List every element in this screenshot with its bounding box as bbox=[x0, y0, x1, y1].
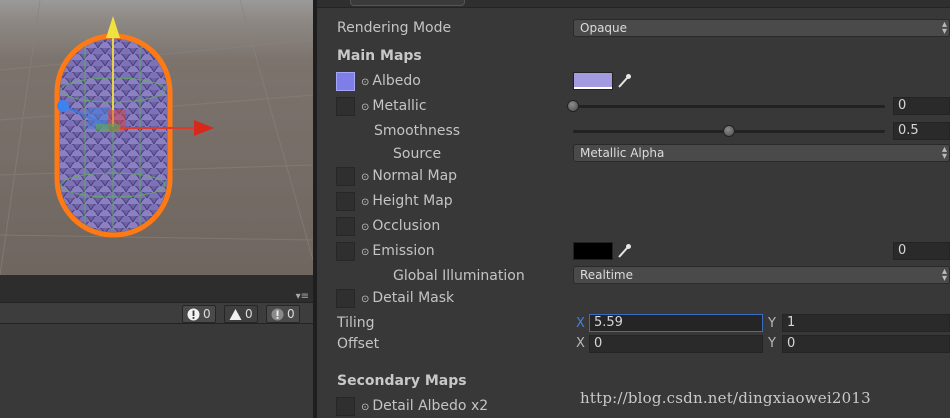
global-illumination-label: Global Illumination bbox=[393, 268, 525, 284]
albedo-texture-slot[interactable] bbox=[336, 72, 355, 91]
source-value: Metallic Alpha bbox=[580, 146, 665, 160]
tiling-y-field[interactable]: 1 bbox=[782, 314, 950, 332]
detail-mask-label: Detail Mask bbox=[372, 290, 455, 306]
smoothness-slider-track[interactable] bbox=[573, 125, 885, 137]
console-toolbar: ▾≡ 0 0 0 bbox=[0, 291, 313, 324]
rendering-mode-dropdown[interactable]: Opaque ▴ ▾ bbox=[573, 19, 950, 37]
warning-count-toggle[interactable]: 0 bbox=[224, 305, 258, 323]
info-icon bbox=[271, 308, 284, 320]
occlusion-texture-slot[interactable] bbox=[336, 217, 355, 236]
albedo-label: Albedo bbox=[372, 73, 421, 89]
metallic-value-field[interactable]: 0 bbox=[893, 97, 950, 115]
offset-x-field[interactable]: 0 bbox=[589, 335, 763, 353]
normal-map-label: Normal Map bbox=[372, 168, 458, 184]
console-log[interactable] bbox=[0, 324, 313, 418]
metallic-slider-track[interactable] bbox=[567, 100, 885, 112]
texture-picker-icon[interactable]: ⊙ bbox=[361, 294, 369, 305]
texture-picker-icon[interactable]: ⊙ bbox=[361, 402, 369, 413]
occlusion-label: Occlusion bbox=[372, 218, 441, 234]
rendering-mode-value: Opaque bbox=[580, 21, 628, 35]
shader-dropdown-edge[interactable] bbox=[350, 0, 465, 6]
detail-mask-label-row: ⊙ Detail Mask bbox=[361, 290, 454, 308]
metallic-slider-thumb[interactable] bbox=[567, 100, 579, 112]
offset-x-label: X bbox=[576, 336, 585, 351]
offset-y-label: Y bbox=[768, 336, 776, 351]
rendering-mode-label: Rendering Mode bbox=[337, 20, 452, 36]
source-label: Source bbox=[393, 146, 442, 162]
tiling-x-field[interactable]: 5.59 bbox=[589, 314, 763, 332]
normal-map-texture-slot[interactable] bbox=[336, 167, 355, 186]
global-illumination-dropdown[interactable]: Realtime ▴ ▾ bbox=[573, 266, 950, 284]
source-dropdown[interactable]: Metallic Alpha ▴ ▾ bbox=[573, 144, 950, 162]
error-count-toggle[interactable]: 0 bbox=[182, 305, 216, 323]
detail-albedo-label-row: ⊙ Detail Albedo x2 bbox=[361, 398, 488, 416]
height-map-label: Height Map bbox=[372, 193, 453, 209]
emission-label: Emission bbox=[372, 243, 435, 259]
albedo-color-swatch[interactable] bbox=[573, 72, 613, 90]
emission-color-swatch[interactable] bbox=[573, 242, 613, 260]
texture-picker-icon[interactable]: ⊙ bbox=[361, 222, 369, 233]
dropdown-arrows-icon: ▴ ▾ bbox=[941, 19, 947, 37]
message-count-toggle[interactable]: 0 bbox=[266, 305, 300, 323]
emission-intensity-field[interactable]: 0 bbox=[893, 242, 950, 260]
offset-label: Offset bbox=[337, 336, 380, 352]
detail-mask-texture-slot[interactable] bbox=[336, 289, 355, 308]
error-icon bbox=[187, 308, 200, 320]
tiling-label: Tiling bbox=[337, 315, 375, 331]
dropdown-arrows-icon: ▴ ▾ bbox=[941, 144, 947, 162]
error-count: 0 bbox=[203, 307, 211, 321]
occlusion-label-row: ⊙ Occlusion bbox=[361, 218, 440, 236]
alpha-bar bbox=[574, 87, 612, 89]
height-map-label-row: ⊙ Height Map bbox=[361, 193, 453, 211]
tiling-x-label: X bbox=[576, 316, 585, 331]
smoothness-value-field[interactable]: 0.5 bbox=[893, 122, 950, 140]
texture-picker-icon[interactable]: ⊙ bbox=[361, 197, 369, 208]
warning-icon bbox=[229, 308, 242, 320]
shader-header-edge bbox=[317, 0, 950, 8]
texture-picker-icon[interactable]: ⊙ bbox=[361, 172, 369, 183]
eyedropper-icon[interactable] bbox=[617, 243, 631, 259]
emission-label-row: ⊙ Emission bbox=[361, 243, 435, 261]
tiling-y-label: Y bbox=[768, 316, 776, 331]
secondary-maps-header: Secondary Maps bbox=[337, 373, 467, 389]
texture-picker-icon[interactable]: ⊙ bbox=[361, 247, 369, 258]
scene-view[interactable] bbox=[0, 0, 313, 275]
height-map-texture-slot[interactable] bbox=[336, 192, 355, 211]
metallic-texture-slot[interactable] bbox=[336, 97, 355, 116]
scene-bottom-strip bbox=[0, 275, 313, 302]
texture-picker-icon[interactable]: ⊙ bbox=[361, 77, 369, 88]
global-illumination-value: Realtime bbox=[580, 268, 633, 282]
scene-viewport[interactable] bbox=[0, 0, 313, 275]
dropdown-arrows-icon: ▴ ▾ bbox=[941, 266, 947, 284]
metallic-label: Metallic bbox=[372, 98, 427, 114]
offset-y-field[interactable]: 0 bbox=[782, 335, 950, 353]
metallic-label-row: ⊙ Metallic bbox=[361, 98, 427, 116]
normal-map-label-row: ⊙ Normal Map bbox=[361, 168, 457, 186]
material-inspector: Rendering Mode Opaque ▴ ▾ Main Maps ⊙ Albe… bbox=[317, 0, 950, 418]
emission-texture-slot[interactable] bbox=[336, 242, 355, 261]
warning-count: 0 bbox=[245, 307, 253, 321]
detail-albedo-texture-slot[interactable] bbox=[336, 397, 355, 416]
main-maps-header: Main Maps bbox=[337, 48, 422, 64]
eyedropper-icon[interactable] bbox=[617, 73, 631, 89]
detail-albedo-label: Detail Albedo x2 bbox=[372, 398, 489, 414]
watermark-url: http://blog.csdn.net/dingxiaowei2013 bbox=[580, 389, 871, 407]
panel-menu-icon[interactable]: ▾≡ bbox=[296, 291, 309, 302]
albedo-label-row: ⊙ Albedo bbox=[361, 73, 421, 91]
texture-picker-icon[interactable]: ⊙ bbox=[361, 102, 369, 113]
smoothness-slider-thumb[interactable] bbox=[723, 125, 735, 137]
smoothness-label: Smoothness bbox=[374, 123, 461, 139]
message-count: 0 bbox=[287, 307, 295, 321]
